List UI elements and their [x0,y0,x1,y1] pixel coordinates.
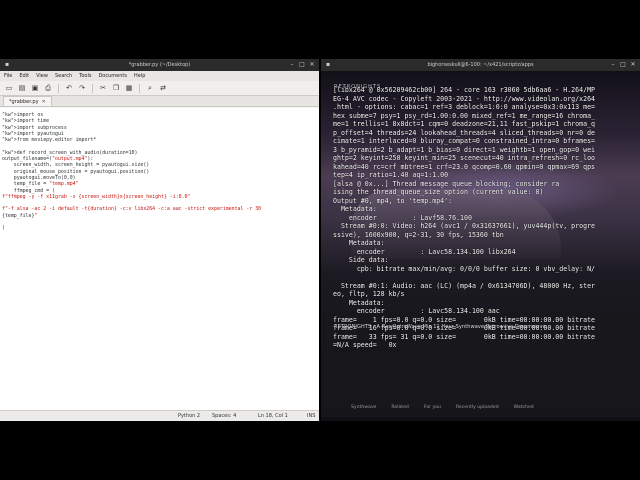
paste-icon[interactable]: ▦ [124,83,134,93]
terminal-line: kahead=40 rc=crf mbtree=1 crf=23.0 qcomp… [333,162,596,171]
video-tab[interactable]: Recently uploaded [456,405,499,410]
terminal-line: Metadata: [333,298,385,307]
terminal-line: [libx264 @ 0x56209462cb00] 264 - core 16… [333,86,596,94]
minimize-icon[interactable]: – [608,59,618,71]
tab-close-icon[interactable]: ✕ [42,97,46,106]
terminal-window-title: bighorseskull@6-100: ~/x421/scriptz/apps [427,62,534,68]
toolbar: ▭ ▤ ▣ ⎙ ↶ ↷ ✂ ❐ ▦ ⌕ ⇄ [0,81,319,96]
close-icon[interactable]: ✕ [628,59,638,71]
terminal-window: ▪ bighorseskull@6-100: ~/x421/scriptz/ap… [321,59,640,421]
terminal-line: frame= 33 fps= 31 q=0.0 size= 0kB time=0… [333,332,596,341]
redo-icon[interactable]: ↷ [77,83,87,93]
terminal-line: tep=4 ip_ratio=1.40 aq=1:1.00 [333,171,449,179]
menu-view[interactable]: View [36,71,48,81]
maximize-icon[interactable]: □ [618,59,628,71]
tab-grabber-py[interactable]: *grabber.py ✕ [3,96,52,106]
video-tab[interactable]: Watched [514,405,534,410]
terminal-line: .html - options: cabac=1 ref=3 deblock=1… [333,103,596,111]
indent-selector[interactable]: Spaces: 4 [212,411,236,421]
menu-tools[interactable]: Tools [79,71,91,81]
toolbar-divider [139,83,140,93]
maximize-icon[interactable]: □ [297,59,307,71]
terminal-line: 3 b_pyramid=2 b_adapt=1 b_bias=0 direct=… [333,145,596,154]
close-icon[interactable]: ✕ [307,59,317,71]
minimize-icon[interactable]: – [287,59,297,71]
terminal-line: Side data: [333,256,389,264]
code-editor-area[interactable]: "kw">import os "kw">import time "kw">impor… [0,108,319,410]
terminal-line: ising the thread_queue_size option (curr… [333,188,544,196]
terminal-menu-icon[interactable]: ▪ [323,59,333,71]
terminal-line: ghtp=2 keyint=250 keyint_min=25 scenecut… [333,154,596,162]
menu-file[interactable]: File [4,71,12,81]
video-tab[interactable]: Synthwave [351,405,376,410]
document-tabbar: *grabber.py ✕ [0,96,319,107]
terminal-line: cimate=1 interlaced=0 bluray_compat=0 co… [333,137,596,145]
terminal-line: cpb: bitrate max/min/avg: 0/0/0 buffer s… [333,264,596,273]
tab-label: *grabber.py [9,99,39,105]
terminal-line: Metadata: [333,205,377,213]
new-document-icon[interactable]: ▭ [4,83,14,93]
terminal-line: encoder : Lavf58.76.100 [333,213,472,222]
replace-icon[interactable]: ⇄ [158,83,168,93]
menu-search[interactable]: Search [55,71,72,81]
save-icon[interactable]: ▣ [30,83,40,93]
code-line: ) [2,225,5,232]
video-tab[interactable]: For you [424,405,441,410]
terminal-line: Metadata: [333,239,385,247]
search-icon[interactable]: ⌕ [145,83,155,93]
status-bar: Python 2 Spaces: 4 Ln 18, Col 1 INS [0,410,319,421]
terminal-line: Stream #0:1: Audio: aac (LC) (mp4a / 0x6… [333,281,596,290]
terminal-line: encoder : Lavc58.134.100 aac [333,307,500,315]
menu-bar: File Edit View Search Tools Documents He… [0,71,319,81]
editor-titlebar[interactable]: ▪ *grabber.py (~/Desktop) – □ ✕ [0,59,319,71]
terminal-line: encoder : Lavc58.134.100 libx264 [333,247,516,256]
menu-help[interactable]: Help [134,71,145,81]
terminal-line: =N/A speed= 0x [333,341,397,349]
toolbar-divider [58,83,59,93]
open-icon[interactable]: ▤ [17,83,27,93]
menu-edit[interactable]: Edit [19,71,29,81]
terminal-output[interactable]: [libx264 @ 0x56209462cb00] 264 - core 16… [333,86,640,350]
video-tab[interactable]: Related [391,405,408,410]
terminal-line: [alsa @ 0x...] Thread message queue bloc… [333,179,560,188]
terminal-line: Output #0, mp4, to 'temp.mp4': [333,196,453,205]
toolbar-divider [92,83,93,93]
terminal-line: hex subme=7 psy=1 psy_rd=1.00:0.00 mixed… [333,111,596,120]
terminal-line: ssive), 1600x900, q=2-31, 30 fps, 15360 … [333,230,504,239]
terminal-line: p_offset=4 threads=24 lookahead_threads=… [333,128,596,137]
undo-icon[interactable]: ↶ [64,83,74,93]
menu-documents[interactable]: Documents [98,71,127,81]
desktop-background [0,421,640,480]
editor-window-title: *grabber.py (~/Desktop) [128,62,191,68]
print-icon[interactable]: ⎙ [43,83,53,93]
copy-icon[interactable]: ❐ [111,83,121,93]
video-category-tabs: Synthwave Related For you Recently uploa… [351,405,534,410]
terminal-line: me=1 trellis=1 8x8dct=1 cqm=0 deadzone=2… [333,120,596,128]
terminal-line: EG-4 AVC codec - Copyleft 2003-2021 - ht… [333,94,596,103]
cursor-position: Ln 18, Col 1 [258,413,288,419]
terminal-line: Stream #0:0: Video: h264 (avc1 / 0x31637… [333,222,596,230]
terminal-line: frame= 1 fps=0.0 q=0.0 size= 0kB time=00… [333,315,596,324]
app-menu-icon[interactable]: ▪ [2,59,12,71]
terminal-line: eo, fltp, 128 kb/s [333,290,405,298]
text-editor-window: ▪ *grabber.py (~/Desktop) – □ ✕ File Edi… [0,59,319,421]
language-selector[interactable]: Python 2 [178,411,200,421]
insert-mode: INS [307,413,316,419]
cut-icon[interactable]: ✂ [98,83,108,93]
terminal-line: frame= 16 fps=0.0 q=0.0 size= 0kB time=0… [333,324,596,332]
terminal-titlebar[interactable]: ▪ bighorseskull@6-100: ~/x421/scriptz/ap… [321,59,640,71]
